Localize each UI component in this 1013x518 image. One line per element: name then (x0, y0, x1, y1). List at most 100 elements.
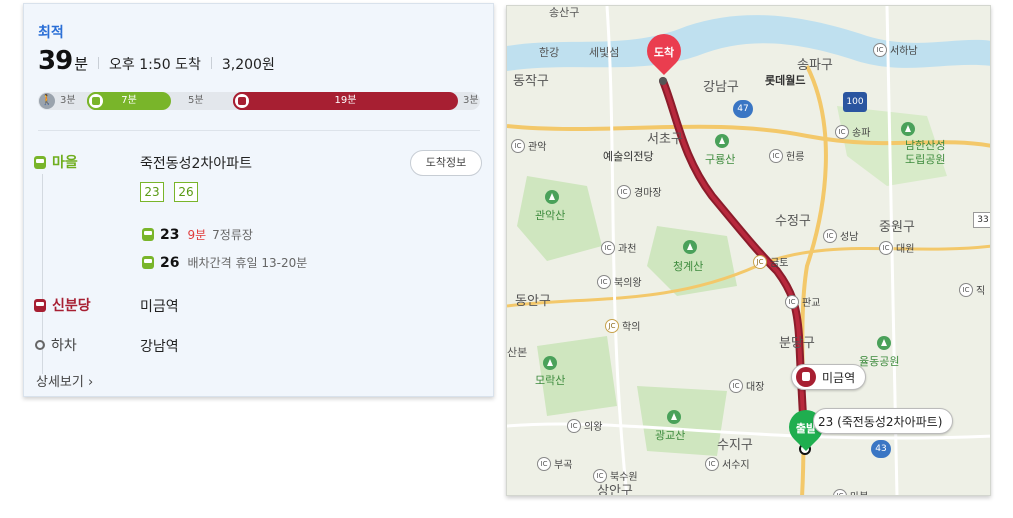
destination-ring-icon (35, 340, 45, 350)
bus-arrival-row: 23 9분 7정류장 (142, 226, 253, 243)
alight-stop-name: 강남역 (140, 339, 179, 355)
bus-arrival-row: 26 배차간격 휴일 13-20분 (142, 254, 307, 271)
map-label: 분당구 (779, 336, 815, 351)
ic-marker: IC 송파 (835, 124, 870, 139)
map-label: 청계산 (673, 260, 704, 273)
map-label: 구룡산 (705, 153, 736, 166)
map-label: 모락산 (535, 374, 566, 387)
ic-marker: IC 대장 (729, 378, 764, 393)
ic-marker: IC 경마장 (617, 184, 662, 199)
map-label: 수지구 (717, 438, 753, 453)
ic-marker: IC 의왕 (567, 418, 602, 433)
mountain-icon (715, 134, 729, 148)
board-type: 마을 (52, 155, 78, 171)
bus-eta: 9분 (187, 228, 207, 242)
board-stop-name: 죽전동성2차아파트 (140, 156, 252, 172)
detail-link[interactable]: 상세보기 › (36, 371, 93, 390)
ic-marker: IC 판교 (785, 294, 820, 309)
route-badge: 47 (733, 100, 753, 118)
bus-icon (34, 155, 46, 169)
bus-info: 배차간격 휴일 13-20분 (187, 256, 308, 270)
map-label: 도립공원 (905, 153, 946, 166)
map-label: 송산구 (549, 6, 580, 19)
map-label: 동작구 (513, 74, 549, 89)
bus-number: 26 (160, 254, 180, 271)
route-map[interactable]: 송산구 한강 세빛섬 동작구 강남구 송파구 롯데월드 서초구 예술의전당 구룡… (506, 5, 991, 496)
mountain-icon (545, 190, 559, 204)
mountain-icon (901, 122, 915, 136)
route-chip-23[interactable]: 23 (140, 182, 164, 202)
ic-marker: IC 대원 (879, 240, 914, 255)
walk-icon: 🚶 (39, 93, 55, 109)
board-step-label: 마을 (34, 152, 78, 172)
ic-marker: IC마북 (833, 488, 868, 495)
map-label: 강남구 (703, 80, 739, 95)
map-label: 동안구 (515, 294, 551, 309)
route-badge: 43 (871, 440, 891, 458)
best-route-label: 최적 (38, 25, 64, 41)
highway-badge: 100 (843, 92, 867, 112)
subway-icon (34, 298, 46, 312)
map-label: 산본 (507, 346, 528, 359)
fare: 3,200원 (221, 57, 275, 73)
bus-stop-callout-text: 23 (죽전동성2차아파트) (818, 414, 943, 429)
bus-icon (142, 256, 154, 269)
jc-marker: JC 학의 (605, 318, 640, 333)
station-callout[interactable]: 미금역 (791, 364, 867, 390)
map-label: 세빛섬 (589, 46, 620, 59)
arrival-pin-label: 도착 (653, 46, 675, 59)
route-chip-26[interactable]: 26 (174, 182, 198, 202)
alight-step-label: 하차 (35, 335, 77, 355)
walk-start-time: 3분 (60, 95, 76, 106)
route-badge: 33 (973, 212, 990, 228)
transfer-step-label: 신분당 (34, 295, 91, 315)
bus-icon (87, 92, 105, 110)
ic-marker: IC 서하남 (873, 42, 918, 57)
route-end-dot (659, 77, 667, 85)
subway-icon (796, 367, 816, 387)
separator (98, 57, 99, 69)
map-label: 송파구 (797, 58, 833, 73)
map-label: 서초구 (647, 132, 683, 147)
subway-icon (233, 92, 251, 110)
map-label: 롯데월드 (765, 74, 806, 87)
ic-marker: IC 서수지 (705, 456, 750, 471)
map-label: 중원구 (879, 220, 915, 235)
subway-segment: 19분 (233, 92, 458, 110)
map-label: 수정구 (775, 214, 811, 229)
mountain-icon (543, 356, 557, 370)
map-label: 한강 (539, 46, 560, 59)
mountain-icon (667, 410, 681, 424)
map-label: 광교산 (655, 429, 686, 442)
bus-stop-callout[interactable]: 23 (죽전동성2차아파트) (813, 408, 954, 434)
route-summary: 39 분 오후 1:50 도착 3,200원 (38, 46, 275, 76)
road (507, 244, 990, 308)
screen: 최적 39 분 오후 1:50 도착 3,200원 🚶 3분 7분 5분 19분… (0, 0, 1013, 518)
ic-marker: IC 과천 (601, 240, 636, 255)
bus-number: 23 (160, 226, 180, 243)
total-minutes: 39 (38, 46, 73, 76)
map-label: 율동공원 (859, 355, 900, 368)
ic-marker: IC 직 (959, 282, 985, 297)
route-panel[interactable]: 최적 39 분 오후 1:50 도착 3,200원 🚶 3분 7분 5분 19분… (23, 3, 494, 397)
river (507, 15, 990, 71)
bus-icon (142, 228, 154, 241)
mountain-icon (683, 240, 697, 254)
route-timeline: 🚶 3분 7분 5분 19분 3분 (38, 92, 480, 110)
jc-marker: JC 금토 (753, 254, 788, 269)
arrival-time: 오후 1:50 도착 (109, 57, 201, 73)
ic-marker: IC 북의왕 (597, 274, 642, 289)
divider (38, 130, 480, 131)
ic-marker: IC 북수원 (593, 468, 638, 483)
minutes-unit: 분 (74, 55, 88, 73)
map-label: 예술의전당 (603, 150, 654, 163)
ic-marker: IC 관악 (511, 138, 546, 153)
arrival-info-button[interactable]: 도착정보 (410, 150, 482, 176)
ic-marker: IC 부곡 (537, 456, 572, 471)
map-label: 관악산 (535, 209, 566, 222)
transfer-line: 신분당 (52, 298, 91, 314)
ic-marker: IC 헌릉 (769, 148, 804, 163)
transfer-stop-name: 미금역 (140, 299, 179, 315)
separator (210, 57, 212, 69)
alight-label: 하차 (51, 338, 77, 354)
